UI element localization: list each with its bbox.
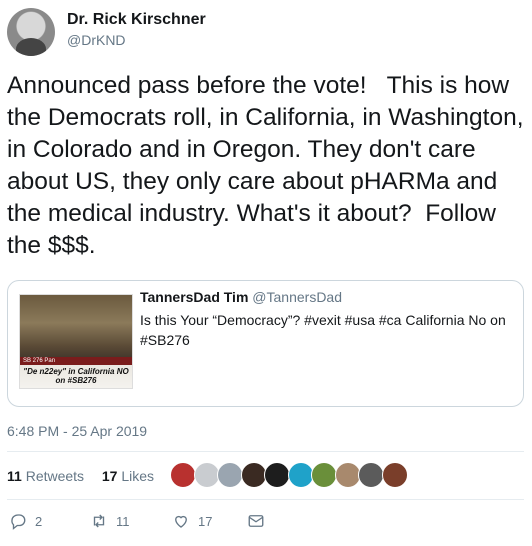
envelope-icon [248,515,264,527]
liker-avatar[interactable] [311,462,337,488]
retweet-icon [93,514,105,528]
tweet-actions: 2 11 17 [7,512,527,534]
liker-avatar[interactable] [193,462,220,488]
reply-button[interactable]: 2 [9,512,42,530]
liker-avatar[interactable] [334,462,361,488]
thumbnail-bar-text: SB 276 Pan [23,358,56,364]
thumbnail-caption: "De n22ey" in California NO on #SB276 [23,367,129,385]
reply-count: 2 [35,513,43,529]
like-button[interactable]: 17 [172,512,212,530]
divider [7,451,524,452]
like-count: 17 [198,513,213,529]
direct-message-button[interactable] [247,512,265,530]
retweets-stat[interactable]: 11 Retweets [7,468,84,484]
quoted-author-name: TannersDad Tim [140,289,249,305]
retweet-count: 11 [116,513,130,529]
author-handle[interactable]: @DrKND [67,32,126,48]
likes-stat[interactable]: 17 Likes [102,468,154,484]
divider [7,499,524,500]
quoted-author: TannersDad Tim @TannersDad [140,289,342,305]
liker-avatar[interactable] [240,462,267,488]
quoted-tweet-thumbnail[interactable]: SB 276 Pan "De n22ey" in California NO o… [19,294,133,389]
heart-icon [175,515,187,528]
liker-avatar[interactable] [170,462,196,488]
reply-icon [11,514,26,530]
tweet-timestamp[interactable]: 6:48 PM - 25 Apr 2019 [7,423,147,439]
liker-avatar[interactable] [217,462,243,488]
liker-avatar[interactable] [287,462,314,488]
quoted-tweet[interactable]: SB 276 Pan "De n22ey" in California NO o… [7,280,524,407]
engagement-stats: 11 Retweets 17 Likes [7,468,154,484]
quoted-tweet-text: Is this Your “Democracy”? #vexit #usa #c… [140,312,506,348]
retweet-button[interactable]: 11 [90,512,130,530]
quoted-author-handle: @TannersDad [252,289,342,305]
thumbnail-caption-bar: SB 276 Pan [20,357,132,365]
liker-avatar[interactable] [358,462,384,488]
author-avatar[interactable] [7,8,55,56]
tweet-text: Announced pass before the vote! This is … [7,72,531,259]
liker-avatar[interactable] [264,462,290,488]
author-name[interactable]: Dr. Rick Kirschner [67,11,206,29]
liker-avatar[interactable] [381,462,408,488]
